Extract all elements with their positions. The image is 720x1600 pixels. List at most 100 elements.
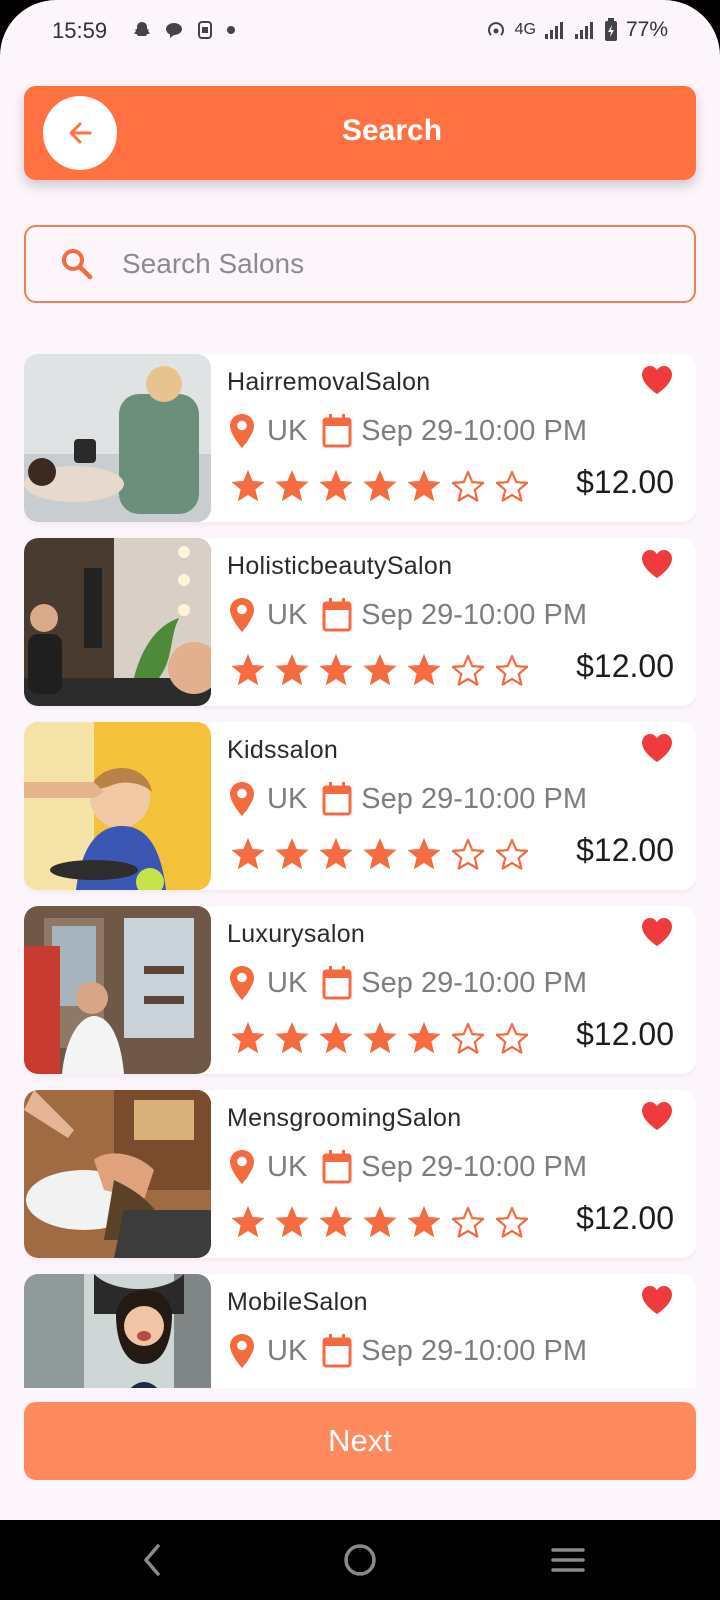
- star-filled-icon: [230, 468, 266, 509]
- star-empty-icon: [450, 652, 486, 693]
- salon-location: UK: [267, 966, 308, 999]
- salon-image: [24, 906, 211, 1074]
- heart-icon[interactable]: [640, 548, 674, 580]
- salon-card[interactable]: MobileSalon UK Sep 29-10:00 PM $12.00: [24, 1274, 696, 1388]
- rating-stars: [230, 468, 530, 509]
- salon-card[interactable]: HolisticbeautySalon UK Sep 29-10:00 PM $12.…: [24, 538, 696, 706]
- star-empty-icon: [494, 1204, 530, 1245]
- star-filled-icon: [362, 836, 398, 877]
- next-button[interactable]: Next: [24, 1402, 696, 1480]
- star-filled-icon: [230, 652, 266, 693]
- star-filled-icon: [406, 1020, 442, 1061]
- chat-icon: [166, 23, 182, 38]
- rating-stars: [230, 652, 530, 693]
- star-empty-icon: [450, 1020, 486, 1061]
- signal-2-icon: [574, 22, 593, 39]
- salon-location: UK: [267, 598, 308, 631]
- star-filled-icon: [230, 1020, 266, 1061]
- star-empty-icon: [494, 468, 530, 509]
- location-pin-icon: [230, 598, 254, 632]
- salon-name: MobileSalon: [227, 1288, 368, 1316]
- salon-image: [24, 1274, 211, 1388]
- star-filled-icon: [406, 468, 442, 509]
- salon-price: $12.00: [576, 648, 674, 684]
- rating-stars: [230, 1204, 530, 1245]
- heart-icon[interactable]: [640, 1284, 674, 1316]
- heart-icon[interactable]: [640, 732, 674, 764]
- rating-stars: [230, 836, 530, 877]
- calendar-icon: [322, 782, 352, 816]
- sim-icon: [198, 21, 212, 39]
- search-box[interactable]: [24, 225, 696, 303]
- location-pin-icon: [230, 1334, 254, 1368]
- salon-meta: UK Sep 29-10:00 PM: [227, 962, 587, 1004]
- battery-charging-icon: [604, 18, 617, 41]
- search-input[interactable]: [122, 241, 662, 287]
- salon-name: HolisticbeautySalon: [227, 552, 453, 580]
- location-pin-icon: [230, 1150, 254, 1184]
- nav-menu-icon[interactable]: [550, 1542, 586, 1578]
- nav-home-icon[interactable]: [342, 1542, 378, 1578]
- location-pin-icon: [230, 782, 254, 816]
- star-filled-icon: [318, 836, 354, 877]
- star-empty-icon: [450, 1204, 486, 1245]
- salon-meta: UK Sep 29-10:00 PM: [227, 1146, 587, 1188]
- status-time: 15:59: [52, 18, 108, 43]
- star-empty-icon: [450, 468, 486, 509]
- salon-card[interactable]: Luxurysalon UK Sep 29-10:00 PM $12.00: [24, 906, 696, 1074]
- salon-name: Kidssalon: [227, 736, 339, 764]
- salon-location: UK: [267, 782, 308, 815]
- heart-icon[interactable]: [640, 916, 674, 948]
- salon-date: Sep 29-10:00 PM: [361, 414, 587, 447]
- salon-card[interactable]: MensgroomingSalon UK Sep 29-10:00 PM $12.00: [24, 1090, 696, 1258]
- salon-card[interactable]: HairremovalSalon UK Sep 29-10:00 PM $12.00: [24, 354, 696, 522]
- salon-meta: UK Sep 29-10:00 PM: [227, 594, 587, 636]
- star-filled-icon: [274, 468, 310, 509]
- notification-icons: [132, 20, 236, 40]
- salon-price: $12.00: [576, 464, 674, 500]
- star-filled-icon: [362, 1020, 398, 1061]
- heart-icon[interactable]: [640, 1100, 674, 1132]
- salon-name: HairremovalSalon: [227, 368, 431, 396]
- header-bar: Search: [24, 86, 696, 180]
- page-title: Search: [341, 114, 443, 147]
- salon-date: Sep 29-10:00 PM: [361, 782, 587, 815]
- navigation-bar: [0, 1520, 720, 1600]
- salon-location: UK: [267, 1334, 308, 1367]
- app-screen: 15:59 4G 77% Search Search Salons Hairre…: [0, 0, 720, 1520]
- calendar-icon: [322, 1334, 352, 1368]
- location-pin-icon: [230, 414, 254, 448]
- star-filled-icon: [230, 836, 266, 877]
- salon-price: $12.00: [576, 1200, 674, 1236]
- star-filled-icon: [274, 1020, 310, 1061]
- star-filled-icon: [318, 652, 354, 693]
- hotspot-icon: [487, 22, 504, 36]
- star-filled-icon: [362, 468, 398, 509]
- salon-date: Sep 29-10:00 PM: [361, 1334, 587, 1367]
- star-filled-icon: [406, 1204, 442, 1245]
- star-empty-icon: [494, 652, 530, 693]
- location-pin-icon: [230, 966, 254, 1000]
- star-filled-icon: [406, 836, 442, 877]
- salon-image: [24, 1090, 211, 1258]
- signal-icon: [544, 22, 563, 39]
- salon-price: $12.00: [576, 1384, 674, 1388]
- star-empty-icon: [494, 836, 530, 877]
- status-bar: 15:59 4G 77%: [0, 14, 720, 50]
- star-filled-icon: [318, 1204, 354, 1245]
- dot-icon: [227, 26, 235, 34]
- calendar-icon: [322, 598, 352, 632]
- salon-location: UK: [267, 414, 308, 447]
- heart-icon[interactable]: [640, 364, 674, 396]
- salon-card[interactable]: Kidssalon UK Sep 29-10:00 PM $12.00: [24, 722, 696, 890]
- star-empty-icon: [450, 836, 486, 877]
- salon-image: [24, 722, 211, 890]
- snapchat-icon: [134, 22, 150, 36]
- nav-back-icon[interactable]: [140, 1542, 164, 1578]
- rating-stars: [230, 1020, 530, 1061]
- search-icon: [62, 249, 93, 280]
- star-filled-icon: [274, 836, 310, 877]
- star-filled-icon: [406, 652, 442, 693]
- salon-image: [24, 354, 211, 522]
- star-filled-icon: [274, 652, 310, 693]
